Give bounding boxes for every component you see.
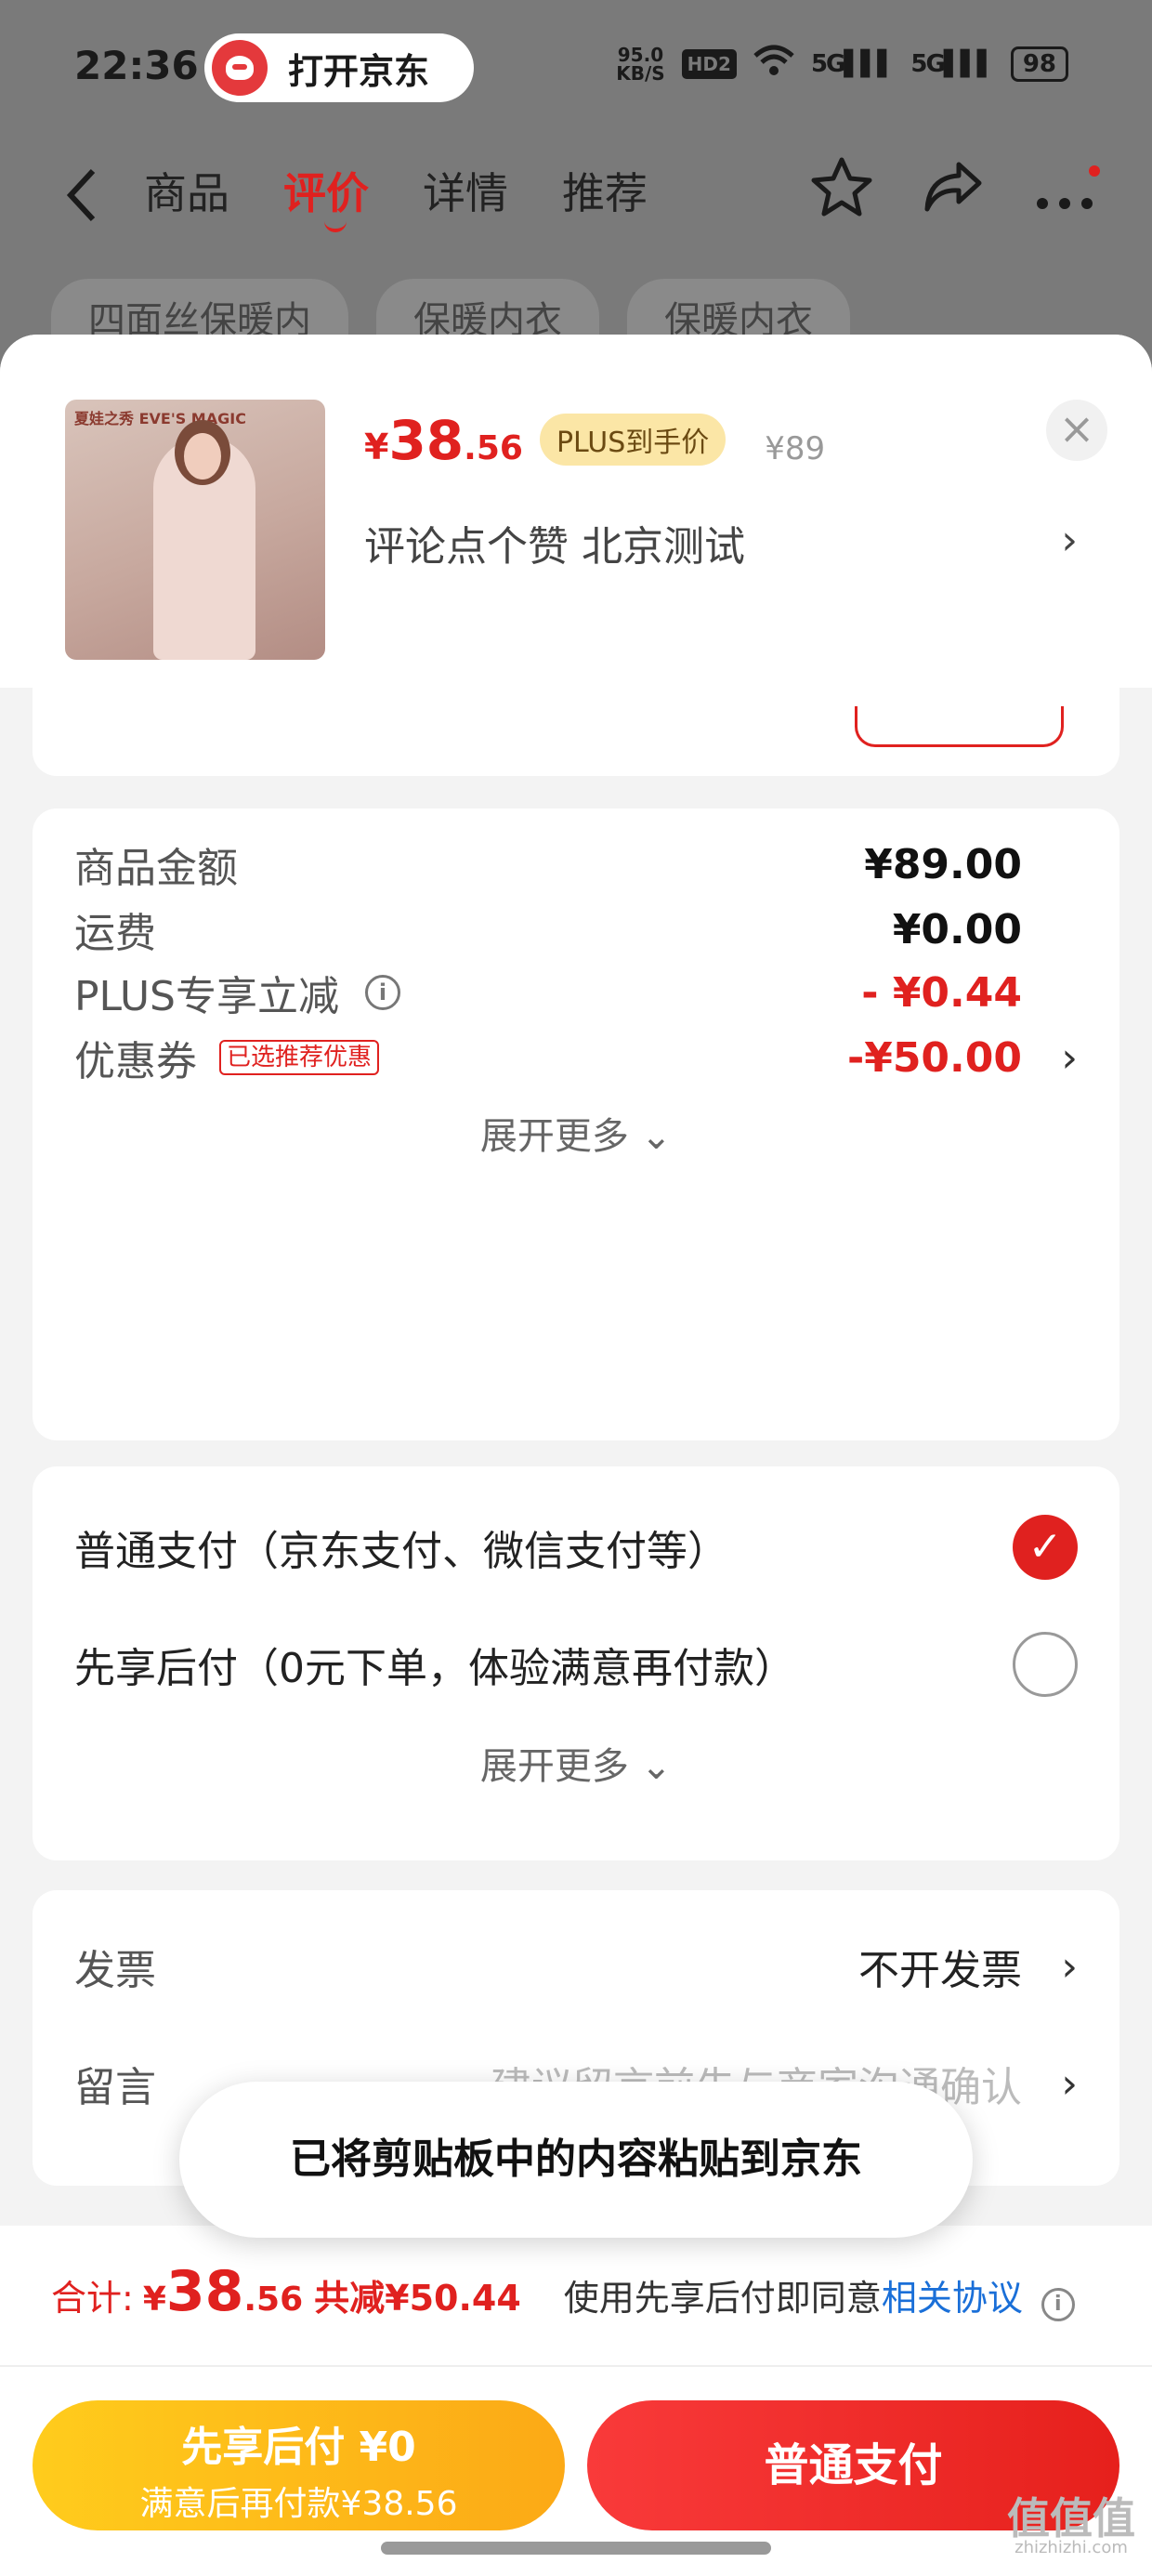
price-symbol: ¥: [364, 427, 389, 467]
notification-dot: [1089, 164, 1100, 177]
open-jd-app-button[interactable]: 打开京东: [204, 33, 474, 102]
invoice-row[interactable]: 发票 不开发票 ›: [74, 1939, 1078, 1995]
tab-recommend[interactable]: 推荐: [562, 160, 648, 221]
model-face: [184, 433, 221, 480]
payment-method-card: 普通支付（京东支付、微信支付等） ✓ 先享后付（0元下单，体验满意再付款） 展开…: [33, 1466, 1119, 1860]
coupon-tag: 已选推荐优惠: [219, 1040, 380, 1075]
original-price: ¥89: [765, 430, 826, 467]
network-speed-value: 95.0: [617, 43, 664, 66]
partial-button-edge: [855, 706, 1064, 747]
cost-row-plus-discount: PLUS专享立减 i - ¥0.44: [74, 965, 1078, 1021]
bnpl-title: 先享后付 ¥0: [181, 2424, 416, 2471]
bnpl-pay-button[interactable]: 先享后付 ¥0 满意后再付款¥38.56: [33, 2400, 565, 2530]
more-icon[interactable]: [1033, 162, 1100, 227]
checkout-footer: 合计: ¥ 38 .56 共减¥50.44 使用先享后付即同意 相关协议 i 先…: [0, 2226, 1152, 2576]
chevron-right-icon: ›: [1061, 1033, 1078, 1082]
divider: [0, 2365, 1152, 2367]
total-label: 合计:: [51, 2278, 134, 2319]
open-jd-label: 打开京东: [288, 50, 430, 92]
back-arrow-icon[interactable]: [65, 167, 98, 237]
watermark-sub: zhizhizhi.com: [1015, 2538, 1128, 2557]
star-icon[interactable]: [810, 156, 873, 231]
nav-tabs: 商品 评价 详情 推荐: [144, 160, 648, 232]
cost-label: 运费: [74, 910, 156, 957]
network-speed: 95.0 KB/S: [616, 46, 664, 83]
total-symbol: ¥: [142, 2280, 166, 2319]
payment-option-label: 普通支付（京东支付、微信支付等）: [74, 1528, 728, 1575]
cost-value: ¥0.00: [892, 905, 1022, 953]
product-header: 夏娃之秀 EVE'S MAGIC ¥ 38 .56 PLUS到手价 ¥89 × …: [0, 335, 1152, 688]
cell-signal-2-label: 5G: [910, 49, 945, 78]
total-row: 合计: ¥ 38 .56 共减¥50.44 使用先享后付即同意 相关协议 i: [51, 2259, 1110, 2324]
agreement-link[interactable]: 相关协议: [882, 2269, 1023, 2320]
cost-row-goods: 商品金额 ¥89.00: [74, 836, 1078, 893]
share-icon[interactable]: [922, 159, 985, 229]
expand-more-label: 展开更多: [479, 1115, 629, 1158]
status-indicators: 95.0 KB/S HD2 5G▌▌▌ 5G▌▌▌ 98: [616, 45, 1068, 83]
price-line: ¥ 38 .56 PLUS到手价 ¥89: [364, 409, 825, 473]
chevron-right-icon[interactable]: ›: [1061, 517, 1078, 564]
info-icon[interactable]: i: [365, 975, 400, 1010]
payment-option-label: 先享后付（0元下单，体验满意再付款）: [74, 1645, 795, 1692]
status-bar: 22:36 打开京东 95.0 KB/S HD2 5G▌▌▌ 5G▌▌▌ 98: [0, 0, 1152, 139]
cell-signal-1-label: 5G: [810, 49, 845, 78]
brand-logo: 夏娃之秀 EVE'S MAGIC: [74, 410, 246, 427]
watermark: 值值值 zhizhizhi.com: [1007, 2497, 1135, 2559]
tab-reviews[interactable]: 评价: [283, 160, 369, 232]
total-integer: 38: [165, 2259, 244, 2324]
cost-row-coupon[interactable]: 优惠券 已选推荐优惠 -¥50.00 ›: [74, 1030, 1078, 1086]
background-product-page: 22:36 打开京东 95.0 KB/S HD2 5G▌▌▌ 5G▌▌▌ 98 …: [0, 0, 1152, 390]
hd-voice-icon: HD2: [681, 48, 737, 79]
jd-logo-icon: [212, 40, 268, 96]
cost-label: 优惠券: [74, 1038, 197, 1085]
nav-actions: [810, 156, 1100, 231]
network-speed-unit: KB/S: [616, 61, 665, 85]
price-integer: 38: [388, 409, 465, 472]
agreement-text: 使用先享后付即同意: [563, 2278, 882, 2319]
expand-more-button[interactable]: 展开更多 ⌄: [33, 1106, 1119, 1160]
close-button[interactable]: ×: [1046, 400, 1107, 461]
cost-label: 商品金额: [74, 845, 238, 892]
checked-radio-icon[interactable]: ✓: [1013, 1515, 1078, 1580]
price-decimal: .56: [464, 429, 523, 467]
total-decimal: .56: [243, 2280, 304, 2319]
chevron-down-icon: ⌄: [640, 1115, 673, 1158]
tab-details[interactable]: 详情: [423, 160, 508, 221]
payment-option-bnpl[interactable]: 先享后付（0元下单，体验满意再付款）: [74, 1632, 1078, 1697]
invoice-label: 发票: [74, 1947, 156, 1994]
chevron-right-icon: ›: [1061, 1942, 1078, 1991]
radio-icon[interactable]: [1013, 1632, 1078, 1697]
top-nav-bar: 商品 评价 详情 推荐: [0, 139, 1152, 242]
product-spec[interactable]: 评论点个赞 北京测试: [364, 513, 745, 572]
info-icon[interactable]: i: [1041, 2288, 1075, 2321]
checkout-sheet: 夏娃之秀 EVE'S MAGIC ¥ 38 .56 PLUS到手价 ¥89 × …: [0, 335, 1152, 2576]
total-saving: 共减¥50.44: [314, 2278, 521, 2319]
product-image[interactable]: 夏娃之秀 EVE'S MAGIC: [65, 400, 325, 660]
cost-row-shipping: 运费 ¥0.00: [74, 901, 1078, 958]
clock: 22:36: [74, 43, 199, 88]
cost-value: - ¥0.44: [861, 968, 1022, 1017]
cost-breakdown-card: 商品金额 ¥89.00 运费 ¥0.00 PLUS专享立减 i - ¥0.44 …: [33, 808, 1119, 1440]
cost-value: -¥50.00: [846, 1033, 1022, 1082]
watermark-main: 值值值: [1007, 2493, 1135, 2543]
clipboard-toast: 已将剪贴板中的内容粘贴到京东: [179, 2082, 973, 2238]
home-indicator[interactable]: [381, 2542, 771, 2555]
expand-more-label: 展开更多: [479, 1745, 629, 1788]
battery-icon: 98: [1010, 46, 1068, 82]
payment-option-normal[interactable]: 普通支付（京东支付、微信支付等） ✓: [74, 1515, 1078, 1580]
bnpl-subtitle: 满意后再付款¥38.56: [139, 2485, 458, 2523]
chevron-down-icon: ⌄: [640, 1745, 673, 1788]
invoice-value: 不开发票: [858, 1947, 1022, 1994]
chevron-right-icon: ›: [1061, 2059, 1078, 2108]
plus-price-badge: PLUS到手价: [539, 414, 727, 466]
wifi-icon: [753, 45, 794, 83]
message-label: 留言: [74, 2064, 156, 2111]
cost-value: ¥89.00: [864, 840, 1022, 888]
expand-more-button[interactable]: 展开更多 ⌄: [33, 1736, 1119, 1790]
cell-signal-2-icon: 5G▌▌▌: [910, 49, 995, 78]
cell-signal-1-icon: 5G▌▌▌: [810, 49, 896, 78]
cost-label: PLUS专享立减: [74, 973, 339, 1020]
tab-product[interactable]: 商品: [144, 160, 229, 221]
